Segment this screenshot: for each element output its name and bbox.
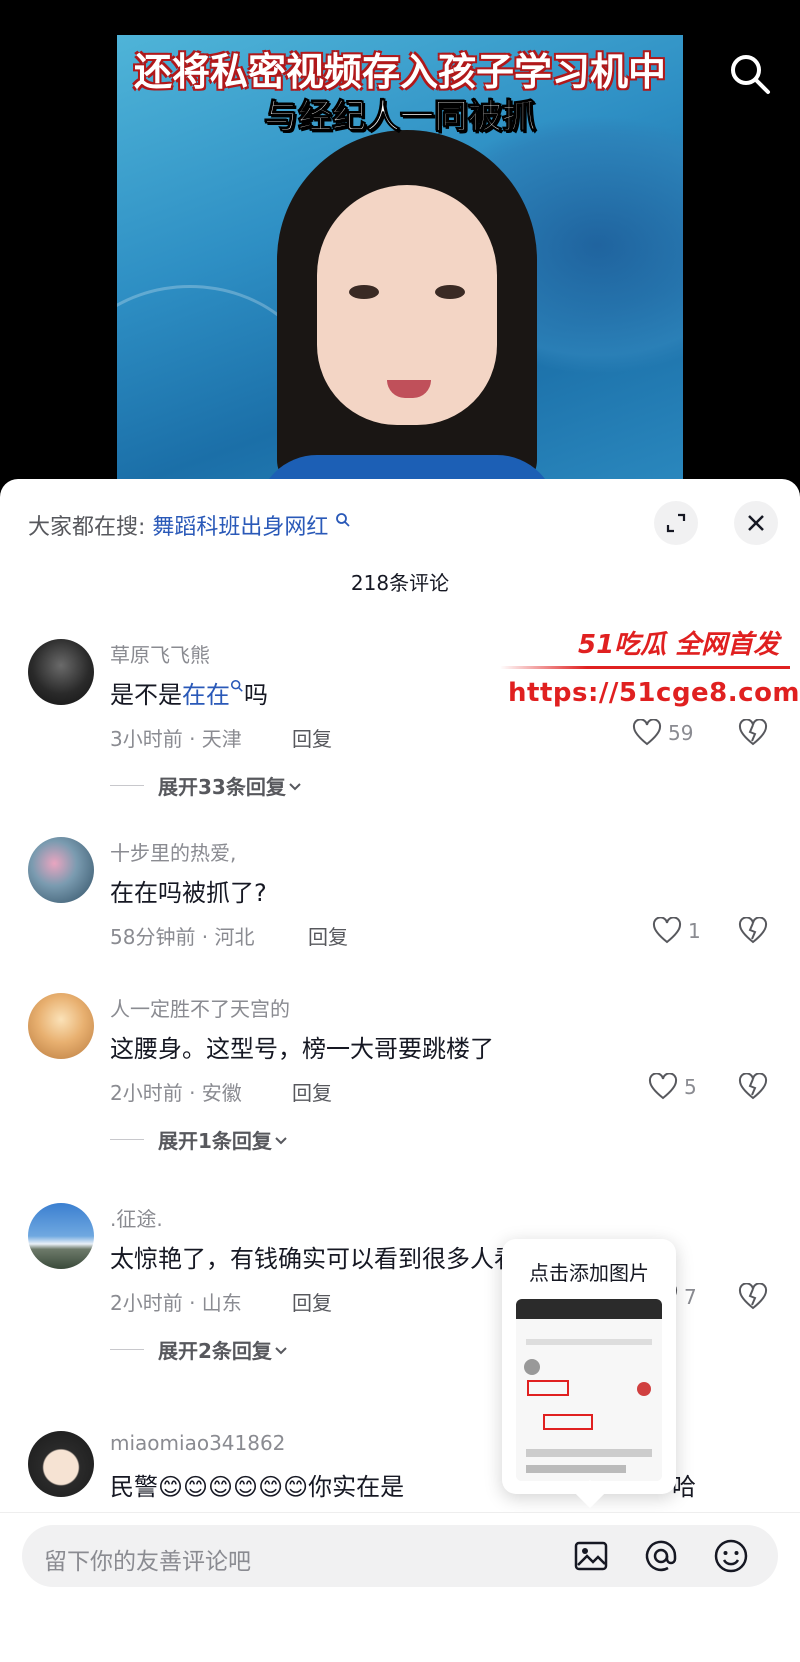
comment-text-part: 是不是 [110, 681, 182, 709]
search-small-icon [230, 679, 243, 692]
dislike-button[interactable] [738, 1282, 768, 1315]
chevron-down-icon [289, 782, 301, 790]
anchor-left-eye [349, 285, 379, 299]
broken-heart-icon [738, 718, 768, 746]
trending-search[interactable]: 大家都在搜: 舞蹈科班出身网红 [28, 509, 351, 541]
at-icon [645, 1540, 677, 1572]
comment-time-location: 58分钟前 · 河北 [110, 925, 255, 949]
heart-icon [652, 917, 682, 944]
comment-username[interactable]: .征途. [110, 1203, 163, 1232]
search-small-icon [336, 513, 351, 527]
expand-replies[interactable]: 展开33条回复 [110, 771, 304, 800]
comment-text: 是不是在在吗 [110, 675, 268, 710]
watermark-url: https://51cge8.com [508, 678, 800, 708]
expand-replies-label: 展开33条回复 [158, 775, 286, 799]
popup-title: 点击添加图片 [529, 1261, 649, 1285]
comment-time-location: 2小时前 · 安徽 [110, 1081, 242, 1105]
like-count: 5 [684, 1075, 697, 1099]
reply-button[interactable]: 回复 [308, 921, 348, 950]
broken-heart-icon [738, 1072, 768, 1100]
avatar[interactable] [28, 1203, 94, 1269]
like-button[interactable]: 59 [632, 719, 693, 747]
comment-count: 218条评论 [350, 571, 450, 595]
popup-tail [575, 1479, 605, 1509]
trending-keyword[interactable]: 舞蹈科班出身网红 [152, 515, 328, 540]
chevron-down-icon [275, 1346, 287, 1354]
add-image-popup[interactable]: 点击添加图片 [502, 1239, 676, 1509]
broken-heart-icon [738, 916, 768, 944]
avatar[interactable] [28, 993, 94, 1059]
anchor-right-eye [435, 285, 465, 299]
video-player[interactable]: 还将私密视频存入孩子学习机中 与经纪人一同被抓 [117, 35, 683, 479]
heart-icon [632, 719, 662, 746]
emoji-button[interactable] [712, 1537, 752, 1577]
comment-input-bar: 留下你的友善评论吧 [0, 1512, 800, 1662]
reply-button[interactable]: 回复 [292, 723, 332, 752]
dislike-button[interactable] [738, 718, 768, 751]
like-count: 7 [684, 1285, 697, 1309]
reply-button[interactable]: 回复 [292, 1077, 332, 1106]
dislike-button[interactable] [738, 1072, 768, 1105]
emoji-icon [714, 1539, 748, 1573]
comment-text-part: 吗 [244, 681, 268, 709]
comment-input[interactable]: 留下你的友善评论吧 [22, 1525, 778, 1587]
watermark-title: 51吃瓜 全网首发 [578, 630, 780, 660]
comment-search-link[interactable]: 在在 [182, 681, 230, 709]
comment-username[interactable]: 十步里的热爱, [110, 837, 236, 866]
watermark-line [500, 666, 790, 669]
comment-username[interactable]: miaomiao341862 [110, 1431, 285, 1455]
emoji-group: 😊😊😊😊😊😊 [158, 1473, 309, 1501]
expand-icon [666, 513, 686, 533]
avatar[interactable] [28, 837, 94, 903]
close-button[interactable] [734, 501, 778, 545]
avatar[interactable] [28, 639, 94, 705]
image-icon [574, 1541, 608, 1571]
comment-text: 在在吗被抓了? [110, 879, 267, 907]
search-icon[interactable] [728, 52, 772, 96]
video-caption-line2: 与经纪人一同被抓 [264, 97, 537, 138]
image-button[interactable] [572, 1537, 612, 1577]
like-count: 1 [688, 919, 701, 943]
watermark: 51吃瓜 全网首发 https://51cge8.com [500, 624, 800, 734]
expand-button[interactable] [654, 501, 698, 545]
comment-text-part: 民警 [110, 1473, 158, 1501]
mention-button[interactable] [642, 1537, 682, 1577]
comment-text: 这腰身。这型号，榜一大哥要跳楼了 [110, 1035, 494, 1063]
chevron-down-icon [275, 1136, 287, 1144]
expand-replies-label: 展开2条回复 [158, 1339, 272, 1363]
close-icon [748, 515, 764, 531]
comment-username[interactable]: 人一定胜不了天宫的 [110, 993, 290, 1022]
dislike-button[interactable] [738, 916, 768, 949]
expand-replies-label: 展开1条回复 [158, 1129, 272, 1153]
like-count: 59 [668, 721, 694, 745]
divider [110, 1139, 144, 1140]
avatar[interactable] [28, 1431, 94, 1497]
comment-time-location: 2小时前 · 山东 [110, 1291, 242, 1315]
divider [110, 785, 144, 786]
trending-prefix: 大家都在搜: [28, 515, 146, 540]
comment-text-part: 你实在是 [308, 1473, 405, 1501]
comment-username[interactable]: 草原飞飞熊 [110, 639, 210, 668]
like-button[interactable]: 5 [648, 1073, 697, 1101]
video-caption-line1: 还将私密视频存入孩子学习机中 [133, 50, 666, 94]
expand-replies[interactable]: 展开2条回复 [110, 1335, 290, 1364]
comment-time-location: 3小时前 · 天津 [110, 727, 242, 751]
broken-heart-icon [738, 1282, 768, 1310]
expand-replies[interactable]: 展开1条回复 [110, 1125, 290, 1154]
divider [110, 1349, 144, 1350]
like-button[interactable]: 1 [652, 917, 701, 945]
anchor-body [257, 455, 557, 479]
screenshot-thumbnail[interactable] [516, 1299, 662, 1481]
reply-button[interactable]: 回复 [292, 1287, 332, 1316]
heart-icon [648, 1073, 678, 1100]
comment-input-placeholder: 留下你的友善评论吧 [44, 1549, 251, 1575]
comment-text: 民警😊😊😊😊😊😊你实在是 [110, 1467, 404, 1502]
comment-sheet: 大家都在搜: 舞蹈科班出身网红 218条评论 51吃瓜 全网首发 https:/… [0, 479, 800, 1662]
